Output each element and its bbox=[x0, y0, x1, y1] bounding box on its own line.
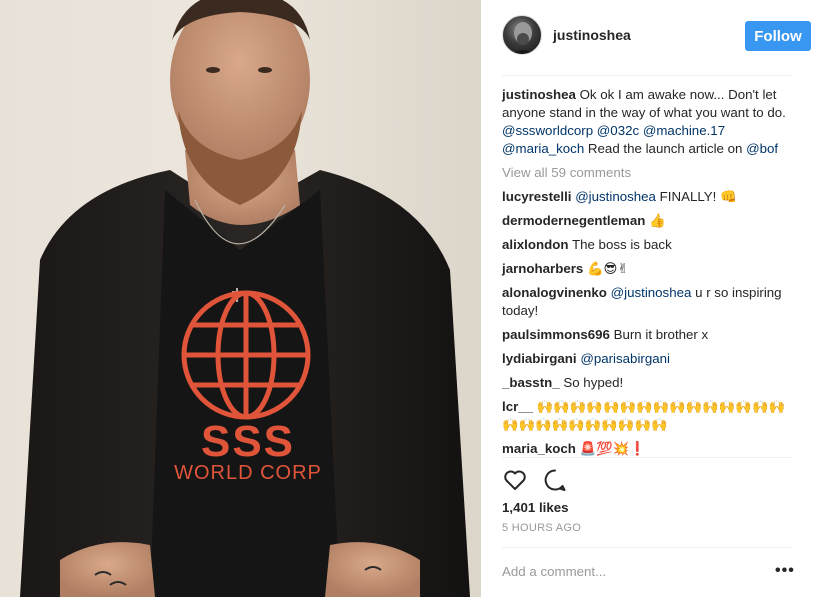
comment-item: maria_koch 🚨💯💥❗ bbox=[502, 440, 793, 458]
caption-mention[interactable]: @032c bbox=[597, 123, 639, 138]
comment-text: FINALLY! 👊 bbox=[655, 189, 737, 204]
comment-username[interactable]: lcr__ bbox=[502, 399, 533, 414]
comment-input-divider bbox=[502, 547, 793, 548]
header-username[interactable]: justinoshea bbox=[553, 27, 631, 43]
comment-item: lcr__ 🙌🙌🙌🙌🙌🙌🙌🙌🙌🙌🙌🙌🙌🙌🙌🙌🙌🙌🙌🙌🙌🙌🙌🙌🙌 bbox=[502, 398, 793, 434]
comment-username[interactable]: _basstn_ bbox=[502, 375, 560, 390]
post-side-panel: justinoshea Follow justinoshea Ok ok I a… bbox=[481, 0, 814, 597]
comment-mention[interactable]: @parisabirgani bbox=[580, 351, 670, 366]
comment-item: _basstn_ So hyped! bbox=[502, 374, 793, 392]
shirt-print-top: SSS bbox=[200, 417, 296, 466]
post-timestamp: 5 HOURS AGO bbox=[502, 522, 582, 534]
comment-username[interactable]: maria_koch bbox=[502, 441, 576, 456]
post-caption: justinoshea Ok ok I am awake now... Don'… bbox=[502, 86, 793, 158]
comment-username[interactable]: dermodernegentleman bbox=[502, 213, 645, 228]
caption-mention[interactable]: @bof bbox=[746, 141, 778, 156]
add-comment-input[interactable] bbox=[502, 560, 752, 582]
comment-username[interactable]: paulsimmons696 bbox=[502, 327, 610, 342]
comment-item: lydiabirgani @parisabirgani bbox=[502, 350, 793, 368]
comment-mention[interactable]: @justinoshea bbox=[575, 189, 656, 204]
comment-icon[interactable] bbox=[542, 467, 568, 493]
comment-item: lucyrestelli @justinoshea FINALLY! 👊 bbox=[502, 188, 793, 206]
caption-text-2: Read the launch article on bbox=[584, 141, 747, 156]
comment-username[interactable]: alixlondon bbox=[502, 237, 569, 252]
follow-button[interactable]: Follow bbox=[745, 21, 811, 51]
caption-mention[interactable]: @machine.17 bbox=[643, 123, 725, 138]
comment-text: 👍 bbox=[645, 213, 666, 228]
caption-mention[interactable]: @maria_koch bbox=[502, 141, 584, 156]
comment-item: paulsimmons696 Burn it brother x bbox=[502, 326, 793, 344]
actions-divider bbox=[502, 457, 793, 458]
comment-username[interactable]: lucyrestelli bbox=[502, 189, 571, 204]
caption-username[interactable]: justinoshea bbox=[502, 87, 576, 102]
comment-mention[interactable]: @justinoshea bbox=[611, 285, 692, 300]
comment-username[interactable]: lydiabirgani bbox=[502, 351, 577, 366]
comment-username[interactable]: alonalogvinenko bbox=[502, 285, 607, 300]
avatar-face-icon bbox=[511, 22, 535, 54]
comment-text: Burn it brother x bbox=[609, 327, 709, 342]
comments-section: justinoshea Ok ok I am awake now... Don'… bbox=[502, 86, 793, 464]
post-actions bbox=[502, 467, 622, 493]
comment-text: So hyped! bbox=[559, 375, 624, 390]
comment-item: alonalogvinenko @justinoshea u r so insp… bbox=[502, 284, 793, 320]
header-divider bbox=[502, 75, 793, 76]
likes-count[interactable]: 1,401 likes bbox=[502, 500, 569, 515]
post-header: justinoshea Follow bbox=[502, 15, 811, 59]
avatar[interactable] bbox=[502, 15, 542, 55]
comment-item: jarnoharbers 💪😎✌ bbox=[502, 260, 793, 278]
heart-icon[interactable] bbox=[502, 467, 528, 493]
comment-username[interactable]: jarnoharbers bbox=[502, 261, 583, 276]
comment-text: 💪😎✌ bbox=[583, 261, 629, 276]
caption-mention[interactable]: @sssworldcorp bbox=[502, 123, 593, 138]
post-photo-illustration bbox=[20, 0, 470, 597]
comment-text: 🙌🙌🙌🙌🙌🙌🙌🙌🙌🙌🙌🙌🙌🙌🙌🙌🙌🙌🙌🙌🙌🙌🙌🙌🙌 bbox=[502, 399, 786, 432]
more-options-icon[interactable]: ••• bbox=[775, 562, 795, 580]
view-all-comments-link[interactable]: View all 59 comments bbox=[502, 164, 793, 182]
comment-item: dermodernegentleman 👍 bbox=[502, 212, 793, 230]
comment-item: alixlondon The boss is back bbox=[502, 236, 793, 254]
post-photo[interactable]: SSS WORLD CORP bbox=[0, 0, 481, 597]
comment-text: The boss is back bbox=[568, 237, 672, 252]
shirt-print-bottom: WORLD CORP bbox=[174, 462, 322, 484]
comment-text: 🚨💯💥❗ bbox=[575, 441, 646, 456]
